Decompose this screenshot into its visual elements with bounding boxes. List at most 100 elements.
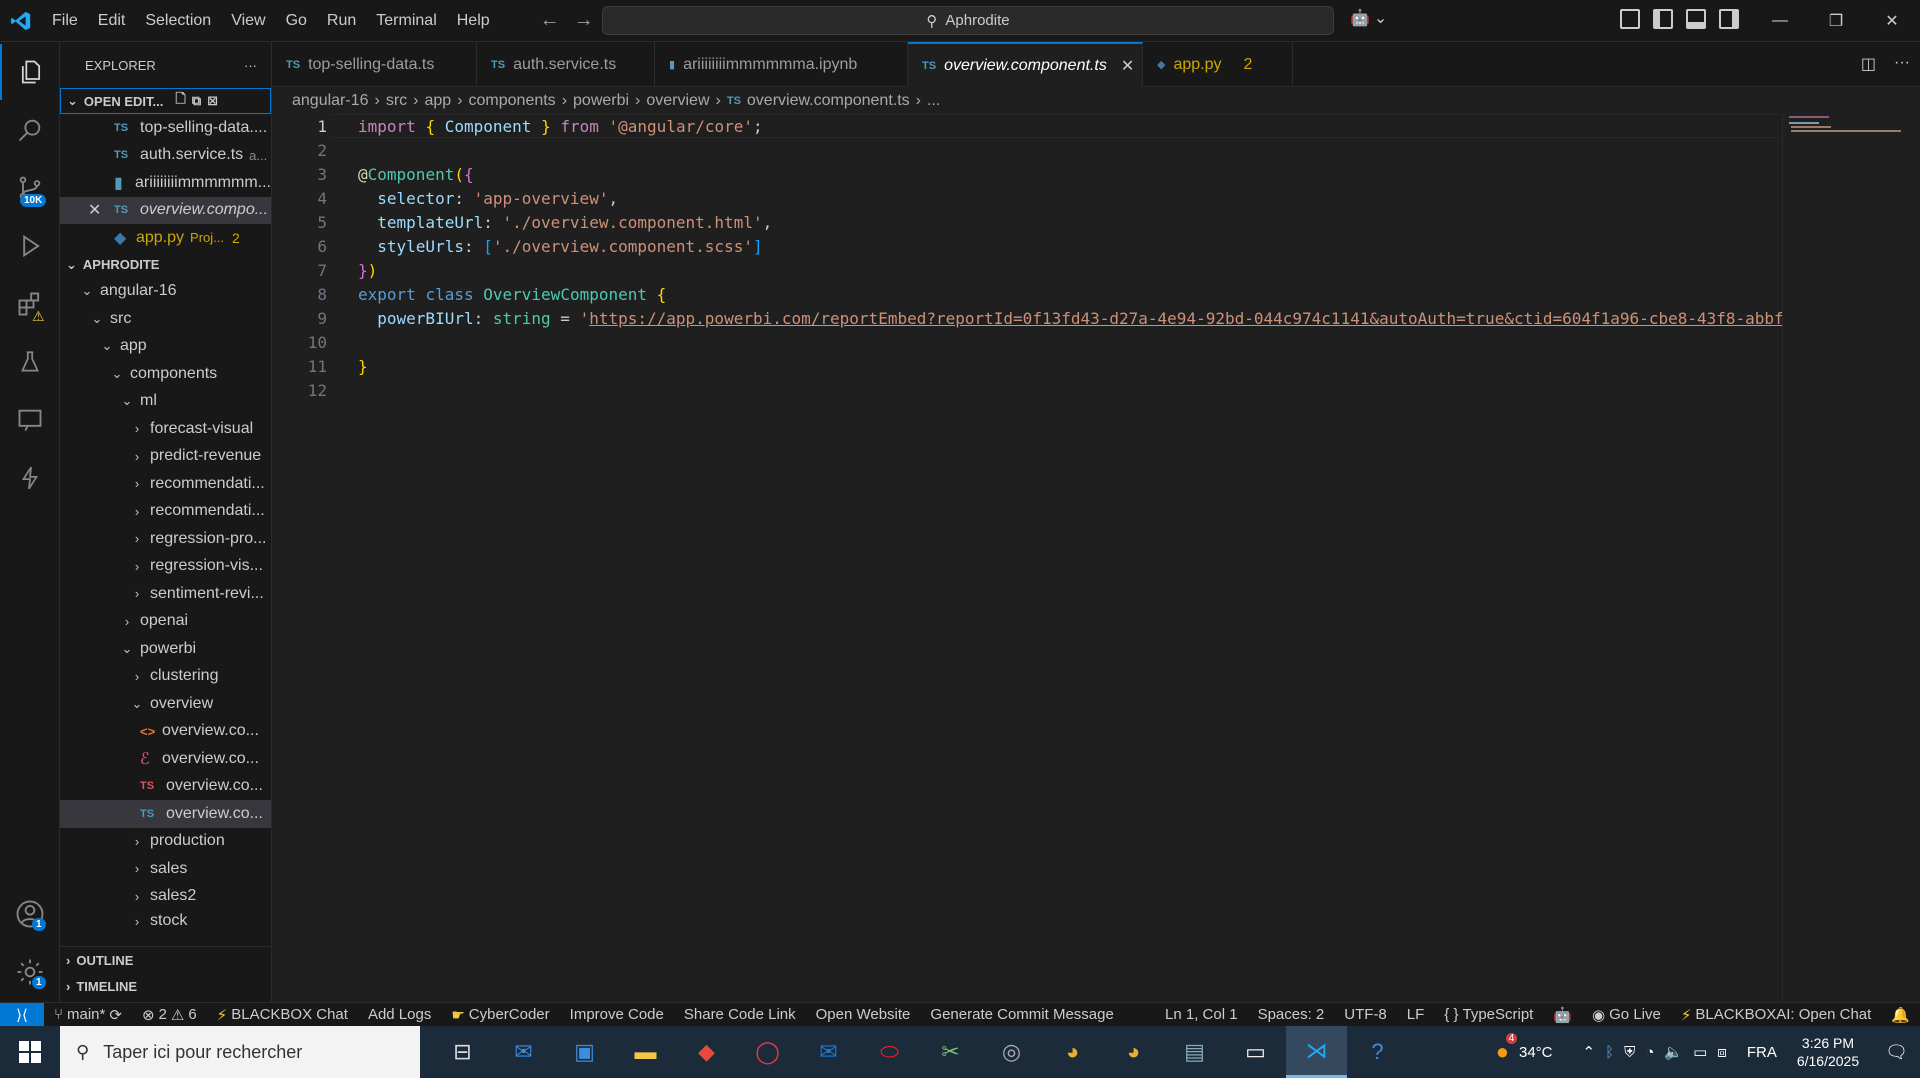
folder-item[interactable]: › clustering [60, 663, 271, 691]
menu-selection[interactable]: Selection [135, 0, 221, 42]
extensions-icon[interactable]: ⚠ [0, 276, 60, 332]
indentation[interactable]: Spaces: 2 [1248, 1006, 1335, 1023]
folder-item[interactable]: ⌄ ml [60, 388, 271, 416]
more-actions-icon[interactable]: ··· [1894, 54, 1910, 74]
clock[interactable]: 3:26 PM 6/16/2025 [1797, 1034, 1859, 1070]
back-arrow-icon[interactable]: ← [540, 9, 560, 32]
opera-gx-icon[interactable]: ◯ [737, 1026, 798, 1078]
folder-item[interactable]: › recommendati... [60, 498, 271, 526]
customize-layout-icon[interactable] [1620, 9, 1640, 29]
taskbar-search[interactable]: ⚲ Taper ici pour rechercher [60, 1026, 420, 1078]
windows-start-icon[interactable] [0, 1026, 60, 1078]
bluetooth-icon[interactable]: ᛒ [1605, 1044, 1614, 1061]
outline-header[interactable]: › OUTLINE [60, 947, 271, 973]
file-item[interactable]: ℰoverview.co... [60, 745, 271, 773]
problems-indicator[interactable]: ⊗ 2 ⚠ 6 [132, 1006, 207, 1024]
more-actions-icon[interactable]: ··· [244, 58, 257, 73]
toggle-secondary-sidebar-icon[interactable] [1719, 9, 1739, 29]
menu-terminal[interactable]: Terminal [366, 0, 446, 42]
editor-scrollbar[interactable] [1902, 114, 1920, 1002]
folder-item[interactable]: ⌄ powerbi [60, 635, 271, 663]
snipping-tool-icon[interactable]: ✂ [920, 1026, 981, 1078]
blackbox-chat-button[interactable]: ⚡ BLACKBOX Chat [207, 1006, 358, 1024]
menu-view[interactable]: View [221, 0, 275, 42]
testing-icon[interactable] [0, 334, 60, 390]
open-editor-item[interactable]: ◆ app.py Proj... 2 [60, 224, 271, 252]
folder-item[interactable]: › predict-revenue [60, 443, 271, 471]
remote-explorer-icon[interactable] [0, 392, 60, 448]
blackbox-icon[interactable] [0, 450, 60, 506]
tab-top-selling-data[interactable]: TS top-selling-data.ts [272, 42, 477, 87]
toggle-panel-icon[interactable] [1686, 9, 1706, 29]
breadcrumb-item[interactable]: powerbi [573, 92, 629, 110]
menu-edit[interactable]: Edit [88, 0, 136, 42]
notifications-bell-icon[interactable]: 🔔 [1881, 1006, 1920, 1024]
open-editors-header[interactable]: ⌄ OPEN EDIT... 🗋 ⧉ ⊠ [60, 88, 271, 114]
command-center-search[interactable]: ⚲ Aphrodite [602, 6, 1334, 35]
folder-item[interactable]: ⌄ overview [60, 690, 271, 718]
menu-help[interactable]: Help [447, 0, 500, 42]
folder-item[interactable]: › sentiment-revi... [60, 580, 271, 608]
restore-icon[interactable]: ❐ [1808, 0, 1864, 42]
opera-icon[interactable]: ⬭ [859, 1026, 920, 1078]
generate-commit-button[interactable]: Generate Commit Message [920, 1006, 1123, 1023]
search-icon[interactable] [0, 102, 60, 158]
blackbox-open-chat-button[interactable]: ⚡ BLACKBOXAI: Open Chat [1671, 1006, 1881, 1024]
chevron-up-icon[interactable]: ⌃ [1583, 1043, 1596, 1061]
breadcrumb-item[interactable]: app [424, 92, 451, 110]
folder-item[interactable]: ⌄ components [60, 360, 271, 388]
settings-gear-icon[interactable]: 1 [0, 944, 60, 1000]
cybercoder-button[interactable]: ☛ CyberCoder [441, 1006, 559, 1024]
folder-item[interactable]: › regression-vis... [60, 553, 271, 581]
share-code-link-button[interactable]: Share Code Link [674, 1006, 806, 1023]
outlook-icon[interactable]: ✉ [798, 1026, 859, 1078]
open-editor-item-active[interactable]: ✕ TS overview.compo... [60, 196, 271, 224]
folder-item[interactable]: ⌄ app [60, 333, 271, 361]
forward-arrow-icon[interactable]: → [574, 9, 594, 32]
menu-file[interactable]: File [42, 0, 88, 42]
input-language[interactable]: FRA [1747, 1044, 1777, 1061]
cursor-position[interactable]: Ln 1, Col 1 [1155, 1006, 1248, 1023]
remote-indicator-icon[interactable]: ⟩⟨ [0, 1002, 44, 1027]
menu-go[interactable]: Go [276, 0, 317, 42]
remote-desktop-icon[interactable]: ▤ [1164, 1026, 1225, 1078]
weather-temp[interactable]: 34°C [1519, 1044, 1553, 1061]
camera-icon[interactable]: ◎ [981, 1026, 1042, 1078]
menu-run[interactable]: Run [317, 0, 366, 42]
file-item-selected[interactable]: TS overview.co... [60, 800, 271, 828]
copilot-button[interactable]: 🤖 ⌄ [1350, 8, 1387, 28]
minimize-icon[interactable]: — [1752, 0, 1808, 42]
git-branch[interactable]: ⑂ main* ⟳ [44, 1006, 132, 1024]
source-control-icon[interactable]: 10K [0, 160, 60, 216]
file-explorer-icon[interactable]: ▬ [615, 1026, 676, 1078]
save-all-icon[interactable]: ⧉ [192, 93, 201, 109]
add-logs-button[interactable]: Add Logs [358, 1006, 441, 1023]
file-item[interactable]: <> overview.co... [60, 718, 271, 746]
task-view-icon[interactable]: ⊟ [432, 1026, 493, 1078]
weather-icon[interactable]: ● 4 [1496, 1033, 1518, 1065]
mail-icon[interactable]: ✉ [493, 1026, 554, 1078]
new-file-icon[interactable]: 🗋 [175, 90, 185, 112]
notification-center-icon[interactable]: 🗨 [1885, 1042, 1908, 1063]
breadcrumb-item[interactable]: components [469, 92, 556, 110]
code-editor[interactable]: 1 import { Component } from '@angular/co… [272, 114, 1782, 1002]
workspace-header[interactable]: ⌄ APHRODITE [60, 252, 271, 278]
tab-overview-component[interactable]: TS overview.component.ts ✕ [908, 42, 1143, 87]
tab-app-py[interactable]: ◆ app.py 2 [1143, 42, 1293, 87]
store-icon[interactable]: ▣ [554, 1026, 615, 1078]
open-editor-item[interactable]: TS auth.service.ts a... [60, 142, 271, 170]
explorer-icon[interactable] [0, 44, 60, 100]
close-window-icon[interactable]: ✕ [1864, 0, 1920, 42]
breadcrumb-item[interactable]: angular-16 [292, 92, 369, 110]
encoding[interactable]: UTF-8 [1334, 1006, 1397, 1023]
folder-item[interactable]: › stock [60, 910, 271, 932]
vscode-taskbar-icon[interactable]: ⋊ [1286, 1026, 1347, 1078]
run-debug-icon[interactable] [0, 218, 60, 274]
copilot-status-icon[interactable]: 🤖 [1543, 1006, 1582, 1024]
folder-item[interactable]: › recommendati... [60, 470, 271, 498]
close-all-icon[interactable]: ⊠ [207, 93, 218, 109]
meet-now-icon[interactable]: ⧈ [1717, 1044, 1727, 1061]
tab-notebook[interactable]: ▮ ariiiiiiiimmmmmma.ipynb [655, 42, 908, 87]
folder-item[interactable]: ⌄ src [60, 305, 271, 333]
minimap[interactable] [1782, 114, 1902, 1002]
